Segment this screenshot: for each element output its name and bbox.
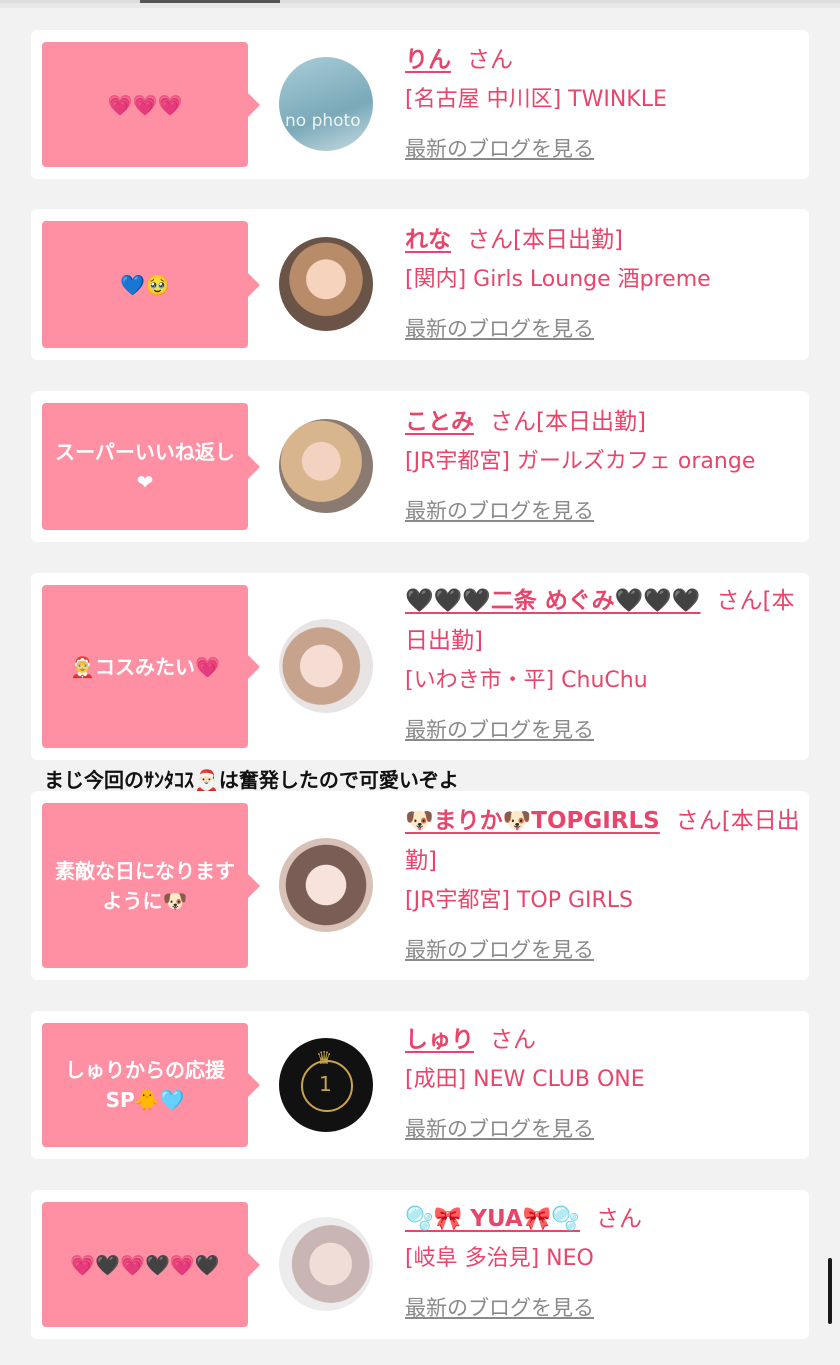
girl-name-link[interactable]: しゅり [405, 1027, 474, 1053]
comment-bubble: 💗💗💗 [42, 42, 260, 167]
avatar[interactable] [279, 838, 373, 932]
comment-bubble: 🤶コスみたい💗 [42, 585, 260, 748]
shop-name: [成田] NEW CLUB ONE [405, 1067, 645, 1092]
story-caption-overlay: まじ今回のｻﾝﾀｺｽ🎅🏻は奮発したので可愛いぞよ [44, 768, 459, 792]
shop-name: [関内] Girls Lounge 酒preme [405, 267, 711, 292]
name-line: しゅり さん [405, 1020, 803, 1060]
message-card: 💗🖤💗🖤💗🖤 🫧🎀 YUA🎀🫧 さん [岐阜 多治見] NEO 最新のブログを見る [31, 1190, 809, 1339]
name-line: れな さん[本日出勤] [405, 220, 803, 260]
name-line: ことみ さん[本日出勤] [405, 402, 803, 442]
avatar[interactable] [279, 619, 373, 713]
girl-name-link[interactable]: 🖤🖤🖤二条 めぐみ🖤🖤🖤 [405, 588, 701, 614]
name-suffix: さん[本日出勤] [467, 227, 623, 253]
girl-name-link[interactable]: 🫧🎀 YUA🎀🫧 [405, 1206, 580, 1232]
name-line: 🐶まりか🐶TOPGIRLS さん[本日出勤] [405, 801, 803, 881]
message-card: 素敵な日になりますように🐶 🐶まりか🐶TOPGIRLS さん[本日出勤] [JR宇… [31, 791, 809, 980]
comment-bubble: しゅりからの応援SP🐥🩵 [42, 1023, 260, 1147]
comment-bubble: 💙🥹 [42, 221, 260, 348]
girl-name-link[interactable]: ことみ [405, 409, 474, 435]
avatar[interactable] [279, 237, 373, 331]
comment-bubble: 💗🖤💗🖤💗🖤 [42, 1202, 260, 1327]
name-suffix: さん[本日出勤] [490, 409, 646, 435]
avatar-placeholder-text: no photo [285, 111, 361, 131]
top-tab-indicator [0, 0, 840, 8]
shop-name: [JR宇都宮] ガールズカフェ orange [405, 449, 756, 474]
active-tab-indicator [140, 0, 280, 3]
name-line: りん さん [405, 40, 803, 80]
message-card: 🤶コスみたい💗 🖤🖤🖤二条 めぐみ🖤🖤🖤 さん[本日出勤] [いわき市・平] Ch… [31, 573, 809, 760]
girl-name-link[interactable]: りん [405, 47, 451, 73]
comment-bubble: スーパーいいね返し❤︎ [42, 403, 260, 530]
name-suffix: さん [595, 1206, 642, 1232]
message-card: 💗💗💗 no photo りん さん [名古屋 中川区] TWINKLE 最新のブ… [31, 30, 809, 179]
avatar[interactable] [279, 419, 373, 513]
shop-name: [岐阜 多治見] NEO [405, 1246, 594, 1271]
name-line: 🖤🖤🖤二条 めぐみ🖤🖤🖤 さん[本日出勤] [405, 581, 803, 661]
latest-blog-link[interactable]: 最新のブログを見る [405, 930, 803, 970]
latest-blog-link[interactable]: 最新のブログを見る [405, 309, 803, 349]
latest-blog-link[interactable]: 最新のブログを見る [405, 491, 803, 531]
shop-name: [名古屋 中川区] TWINKLE [405, 87, 667, 112]
name-suffix: さん [467, 47, 513, 73]
avatar[interactable]: no photo [279, 57, 373, 151]
latest-blog-link[interactable]: 最新のブログを見る [405, 1109, 803, 1149]
girl-name-link[interactable]: れな [405, 227, 451, 253]
avatar[interactable]: ♛ 1 [279, 1038, 373, 1132]
message-card: スーパーいいね返し❤︎ ことみ さん[本日出勤] [JR宇都宮] ガールズカフェ … [31, 391, 809, 542]
comment-bubble: 素敵な日になりますように🐶 [42, 803, 260, 968]
tab-underline [0, 3, 840, 8]
shop-name: [いわき市・平] ChuChu [405, 668, 648, 693]
shop-name: [JR宇都宮] TOP GIRLS [405, 888, 633, 913]
girl-name-link[interactable]: 🐶まりか🐶TOPGIRLS [405, 808, 660, 834]
scrollbar-thumb[interactable] [828, 1258, 832, 1324]
latest-blog-link[interactable]: 最新のブログを見る [405, 1288, 803, 1328]
name-suffix: さん [490, 1027, 536, 1053]
latest-blog-link[interactable]: 最新のブログを見る [405, 129, 803, 169]
avatar[interactable] [279, 1217, 373, 1311]
latest-blog-link[interactable]: 最新のブログを見る [405, 710, 803, 750]
logo-number: 1 [319, 1072, 332, 1096]
message-card: 💙🥹 れな さん[本日出勤] [関内] Girls Lounge 酒preme 最… [31, 209, 809, 360]
name-line: 🫧🎀 YUA🎀🫧 さん [405, 1199, 803, 1239]
message-card: しゅりからの応援SP🐥🩵 ♛ 1 しゅり さん [成田] NEW CLUB ONE… [31, 1011, 809, 1159]
